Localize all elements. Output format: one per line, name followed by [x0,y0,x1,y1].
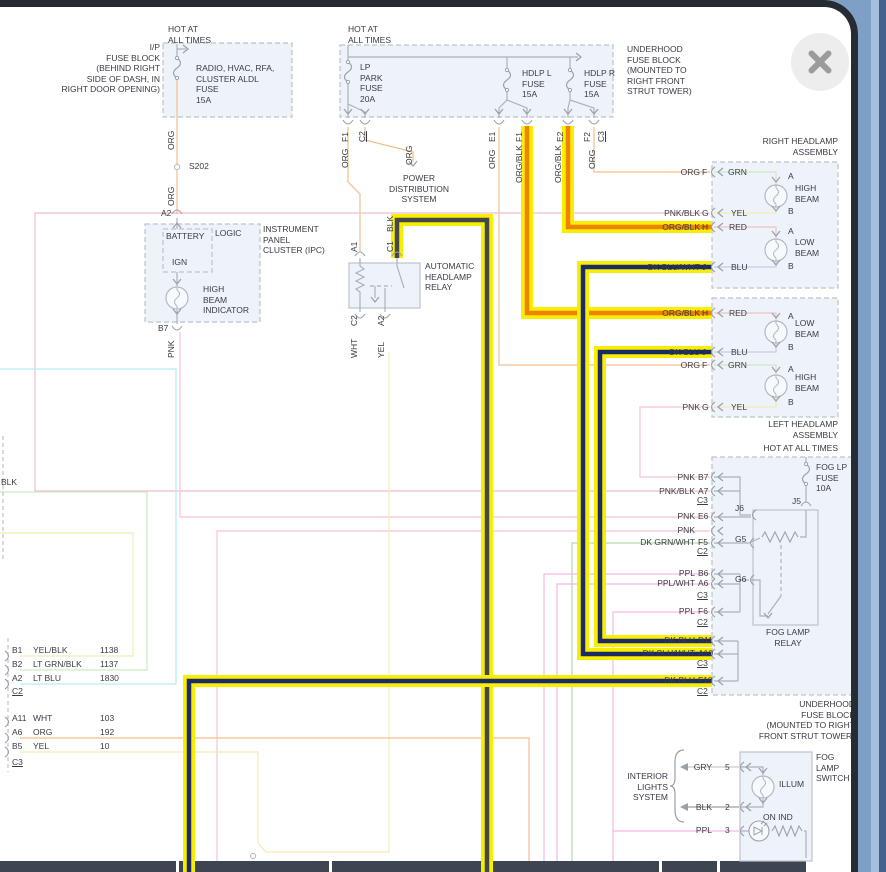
org-a6 [20,738,529,861]
fuse-end [804,482,807,485]
hl-dkblu-f10-highlight [189,681,712,872]
yel-b5 [20,752,389,852]
arrow-left-icon [680,763,688,771]
arrow-left-icon [680,803,688,811]
fuse-end [804,462,807,465]
pin-bracket-icon [380,314,390,318]
pin-bracket-icon [360,120,370,124]
cyan-a2 [0,369,176,684]
ppl-b6 [544,574,710,861]
battery-logic-box [163,229,212,272]
yel-b1 [0,533,133,656]
pin-bracket-icon [172,326,182,330]
lp-f1-org [348,127,360,252]
hl-blk-c1-highlight [397,220,487,872]
fuse-end [346,60,349,63]
fuse-end [346,80,349,83]
hl-orgblk-left-highlight [527,126,712,313]
pin-bracket-icon [355,314,365,318]
pnk-left-g [640,407,710,477]
pnk-ipc-e6 [180,332,710,517]
fuse-end [175,56,178,59]
lp-c2-org [365,127,413,162]
hl-dkblu-d11-highlight [600,352,712,641]
pin-bracket-icon [589,120,599,124]
pin-bracket-icon [494,120,504,124]
hl-blk-c1 [397,220,487,872]
pin-bracket-icon [343,120,353,124]
fuse-end [568,68,571,71]
splice-icon [250,853,255,858]
close-button[interactable] [791,33,849,91]
wiring-diagram-canvas [0,0,886,872]
fog-relay-inner-box [753,510,818,625]
hl-orgblk-right [568,126,712,227]
hl-dkblu-d11 [600,352,712,641]
fuse-end [568,88,571,91]
pin-bracket-icon [355,252,365,256]
underhood-fuse-block-box [340,45,613,117]
pin-bracket-icon [5,733,9,743]
fuse-end [505,68,508,71]
hl-orgblk-left [527,126,712,313]
ip-fuse-block-box [163,43,292,117]
hl-orgblk-right-highlight [568,126,712,227]
pin-bracket-icon [5,747,9,757]
grn-f5 [572,543,710,861]
pin-bracket-icon [522,120,532,124]
pin-bracket-icon [563,120,573,124]
f2-org [594,127,710,172]
brace-icon [670,750,684,822]
fuse-end [175,76,178,79]
hl-dkblu-f10 [189,681,712,872]
fuse-end [505,88,508,91]
pnk-2 [217,531,710,861]
splice-icon [174,164,179,169]
grn-b2 [0,492,147,670]
